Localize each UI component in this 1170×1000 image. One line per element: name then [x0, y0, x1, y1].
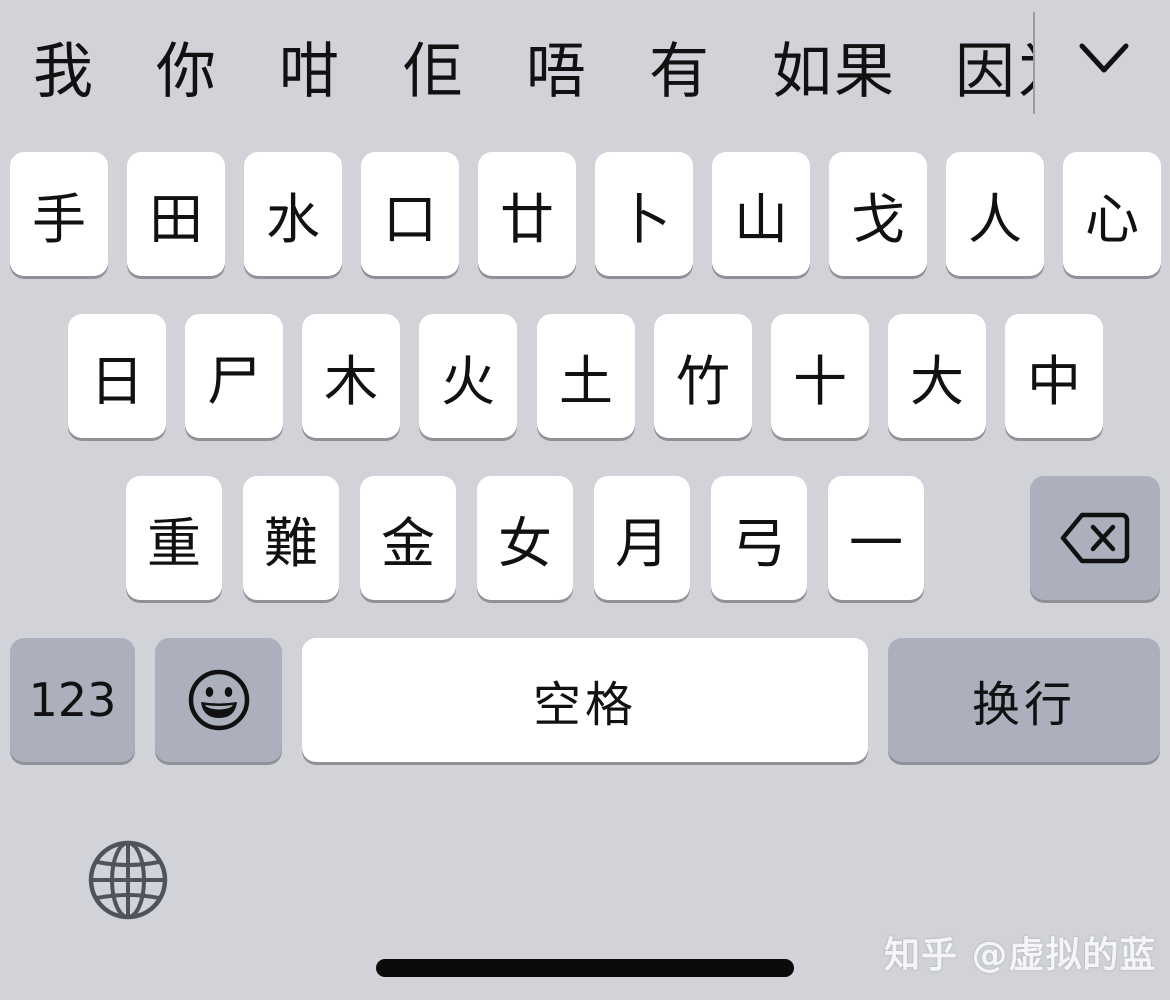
key-label: 人	[968, 187, 1022, 251]
key-radical[interactable]: 尸	[185, 314, 283, 438]
candidate-item[interactable]: 你	[156, 36, 218, 108]
numbers-key[interactable]: 123	[10, 638, 135, 762]
key-label: 山	[734, 187, 788, 251]
return-key-label: 换行	[971, 677, 1076, 733]
key-label: 十	[793, 349, 847, 413]
key-radical[interactable]: 田	[127, 152, 225, 276]
key-radical[interactable]: 水	[244, 152, 342, 276]
key-label: 竹	[676, 349, 730, 413]
key-label: 木	[324, 349, 378, 413]
globe-icon	[88, 840, 168, 920]
keyboard: 我 你 咁 佢 唔 有 如果 因为 手 田 水 口 廿 卜 山 戈 人 心 日 …	[0, 0, 1170, 1000]
backspace-icon	[1060, 512, 1130, 564]
key-label: 卜	[617, 187, 671, 251]
key-radical[interactable]: 戈	[829, 152, 927, 276]
key-label: 大	[910, 349, 964, 413]
emoji-key[interactable]	[155, 638, 282, 762]
key-radical[interactable]: 月	[594, 476, 690, 600]
key-radical[interactable]: 卜	[595, 152, 693, 276]
key-label: 女	[498, 511, 552, 575]
candidate-item-clipped[interactable]: 因为	[955, 0, 1033, 120]
key-label: 弓	[732, 511, 786, 575]
candidate-item[interactable]: 佢	[403, 36, 465, 108]
key-radical[interactable]: 一	[828, 476, 924, 600]
candidate-item[interactable]: 唔	[526, 36, 588, 108]
key-label: 心	[1085, 187, 1139, 251]
key-label: 金	[381, 511, 435, 575]
key-radical[interactable]: 心	[1063, 152, 1161, 276]
key-radical[interactable]: 竹	[654, 314, 752, 438]
backspace-key[interactable]	[1030, 476, 1160, 600]
key-radical[interactable]: 山	[712, 152, 810, 276]
candidate-item-text: 因为	[955, 37, 1033, 107]
space-key[interactable]: 空格	[302, 638, 868, 762]
key-radical[interactable]: 木	[302, 314, 400, 438]
key-radical[interactable]: 口	[361, 152, 459, 276]
key-radical[interactable]: 難	[243, 476, 339, 600]
key-radical[interactable]: 金	[360, 476, 456, 600]
key-radical[interactable]: 廿	[478, 152, 576, 276]
key-label: 口	[383, 187, 437, 251]
key-radical[interactable]: 弓	[711, 476, 807, 600]
key-radical[interactable]: 手	[10, 152, 108, 276]
key-radical[interactable]: 十	[771, 314, 869, 438]
candidate-divider	[1033, 12, 1035, 114]
candidate-item[interactable]: 如果	[772, 36, 896, 108]
key-radical[interactable]: 土	[537, 314, 635, 438]
key-radical[interactable]: 中	[1005, 314, 1103, 438]
key-radical[interactable]: 女	[477, 476, 573, 600]
key-label: 田	[149, 187, 203, 251]
numbers-key-label: 123	[28, 673, 117, 727]
key-radical[interactable]: 重	[126, 476, 222, 600]
key-label: 難	[264, 511, 318, 575]
key-label: 一	[849, 511, 903, 575]
candidate-item[interactable]: 咁	[279, 36, 341, 108]
key-radical[interactable]: 日	[68, 314, 166, 438]
key-radical[interactable]: 大	[888, 314, 986, 438]
key-label: 戈	[851, 187, 905, 251]
key-radical[interactable]: 火	[419, 314, 517, 438]
key-label: 土	[559, 349, 613, 413]
emoji-icon	[188, 669, 249, 731]
key-label: 水	[266, 187, 320, 251]
return-key[interactable]: 换行	[888, 638, 1160, 762]
home-indicator[interactable]	[376, 959, 794, 977]
globe-button[interactable]	[86, 838, 170, 922]
key-label: 尸	[207, 349, 261, 413]
candidate-item[interactable]: 我	[33, 36, 95, 108]
watermark: 知乎 @虚拟的蓝	[884, 935, 1157, 976]
key-label: 日	[90, 349, 144, 413]
chevron-down-icon	[1079, 43, 1129, 73]
expand-candidates-button[interactable]	[1074, 34, 1134, 86]
key-radical[interactable]: 人	[946, 152, 1044, 276]
key-label: 火	[441, 349, 495, 413]
space-key-label: 空格	[532, 677, 637, 733]
key-label: 月	[615, 511, 669, 575]
key-label: 手	[32, 187, 86, 251]
key-label: 中	[1027, 349, 1081, 413]
candidate-item[interactable]: 有	[649, 36, 711, 108]
key-label: 重	[147, 511, 201, 575]
key-label: 廿	[500, 187, 554, 251]
